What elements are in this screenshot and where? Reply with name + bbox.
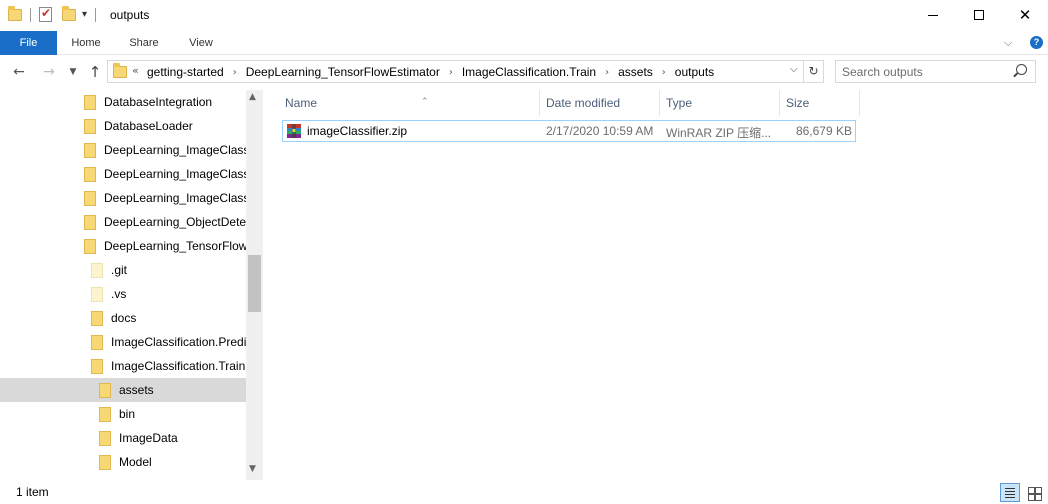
tree-item[interactable]: ImageClassification.Predic — [0, 330, 246, 354]
tree-item[interactable]: DeepLearning_ObjectDetect — [0, 210, 246, 234]
tree-item[interactable]: ImageData — [0, 426, 246, 450]
close-icon: ✕ — [1018, 6, 1032, 24]
folder-icon — [84, 238, 96, 254]
refresh-button[interactable]: ↻ — [804, 60, 824, 83]
search-icon — [1016, 64, 1027, 75]
tab-view[interactable]: View — [173, 31, 229, 55]
sort-ascending-icon: ⌃ — [421, 97, 429, 107]
tree-item[interactable]: DatabaseIntegration — [0, 90, 246, 114]
search-placeholder: Search outputs — [842, 65, 923, 79]
back-arrow-icon[interactable]: ← — [10, 63, 28, 81]
details-view-icon[interactable] — [1000, 483, 1020, 502]
tree-item[interactable]: bin — [0, 402, 246, 426]
maximize-button[interactable] — [956, 0, 1002, 30]
maximize-icon — [974, 10, 984, 20]
forward-arrow-icon[interactable]: → — [40, 63, 58, 81]
folder-icon — [91, 262, 103, 278]
folder-icon — [99, 454, 111, 470]
folder-icon — [84, 142, 96, 158]
column-header-date-modified[interactable]: Date modified — [540, 90, 660, 116]
refresh-icon: ↻ — [808, 64, 819, 78]
file-name: imageClassifier.zip — [307, 124, 408, 138]
column-header-type[interactable]: Type — [660, 90, 780, 116]
tree-item[interactable]: DeepLearning_ImageClassif — [0, 186, 246, 210]
folder-icon — [91, 334, 103, 350]
file-list: Name ⌃ Date modified Type Size imageClas… — [263, 90, 1048, 480]
column-header-name[interactable]: Name ⌃ — [279, 90, 540, 116]
tree-item-selected[interactable]: assets — [0, 378, 246, 402]
folder-icon — [91, 358, 103, 374]
recent-locations-chevron-icon[interactable]: ▼ — [64, 63, 82, 81]
expand-ribbon-chevron-icon[interactable]: ⌵ — [1004, 36, 1012, 50]
tree-item[interactable]: DatabaseLoader — [0, 114, 246, 138]
folder-icon — [99, 430, 111, 446]
tab-file[interactable]: File — [0, 31, 57, 55]
navigation-bar: ← → ▼ ↑ « getting-started › DeepLearning… — [0, 55, 1048, 90]
folder-icon — [99, 382, 111, 398]
minimize-button[interactable] — [910, 0, 956, 30]
file-row[interactable]: imageClassifier.zip 2/17/2020 10:59 AM W… — [282, 120, 856, 142]
breadcrumb-item[interactable]: ImageClassification.Train — [462, 65, 596, 79]
chevron-right-icon[interactable]: › — [662, 67, 666, 78]
toolbar-divider — [30, 7, 31, 22]
tree-item[interactable]: .git — [0, 258, 246, 282]
folder-icon — [99, 406, 111, 422]
minimize-icon — [928, 14, 938, 16]
up-arrow-icon[interactable]: ↑ — [86, 63, 104, 81]
folder-icon — [84, 214, 96, 230]
search-input[interactable]: Search outputs — [835, 60, 1036, 83]
scrollbar-thumb[interactable] — [248, 255, 261, 312]
scroll-down-icon[interactable]: ▼ — [249, 464, 256, 474]
tree-item[interactable]: docs — [0, 306, 246, 330]
folder-icon — [8, 5, 22, 21]
winrar-archive-icon — [287, 124, 301, 138]
navigation-pane: DatabaseIntegration DatabaseLoader DeepL… — [0, 90, 263, 480]
close-button[interactable]: ✕ — [1002, 0, 1048, 30]
breadcrumb-item[interactable]: getting-started — [147, 65, 224, 79]
chevron-right-icon[interactable]: › — [449, 67, 453, 78]
tree-item[interactable]: DeepLearning_TensorFlowE — [0, 234, 246, 258]
folder-icon — [84, 94, 96, 110]
title-bar: ▾ outputs ✕ — [0, 0, 1048, 31]
breadcrumb-overflow[interactable]: « — [132, 64, 139, 77]
file-date-modified: 2/17/2020 10:59 AM — [546, 124, 654, 138]
tree-item[interactable]: DeepLearning_ImageClassif — [0, 162, 246, 186]
tree-item[interactable]: ImageClassification.Train — [0, 354, 246, 378]
scroll-up-icon[interactable]: ▲ — [249, 92, 256, 102]
breadcrumb: getting-started › DeepLearning_TensorFlo… — [147, 65, 714, 79]
breadcrumb-item[interactable]: outputs — [675, 65, 714, 79]
folder-icon — [91, 286, 103, 302]
quick-access-toolbar: ▾ — [8, 5, 104, 22]
address-bar[interactable]: « getting-started › DeepLearning_TensorF… — [107, 60, 804, 83]
ribbon-tabs: File Home Share View ⌵ ? — [0, 31, 1048, 55]
file-size: 86,679 KB — [795, 124, 852, 138]
tab-home[interactable]: Home — [57, 31, 115, 55]
tree-item[interactable]: .vs — [0, 282, 246, 306]
folder-icon — [91, 310, 103, 326]
help-icon[interactable]: ? — [1030, 36, 1043, 49]
item-count: 1 item — [16, 485, 49, 499]
tree-item[interactable]: Model — [0, 450, 246, 474]
breadcrumb-item[interactable]: DeepLearning_TensorFlowEstimator — [246, 65, 440, 79]
folder-icon — [84, 166, 96, 182]
breadcrumb-item[interactable]: assets — [618, 65, 653, 79]
tab-share[interactable]: Share — [115, 31, 173, 55]
toolbar-divider — [95, 7, 97, 22]
large-icons-view-icon[interactable] — [1024, 483, 1044, 502]
folder-icon — [84, 118, 96, 134]
window-title: outputs — [110, 8, 150, 22]
properties-icon[interactable] — [39, 6, 52, 22]
column-header-size[interactable]: Size — [780, 90, 860, 116]
chevron-right-icon[interactable]: › — [233, 67, 237, 78]
customize-toolbar-dropdown-icon[interactable]: ▾ — [82, 9, 87, 20]
chevron-right-icon[interactable]: › — [605, 67, 609, 78]
address-dropdown-icon[interactable]: ⌵ — [790, 64, 798, 75]
new-folder-icon[interactable] — [62, 5, 76, 21]
vertical-scrollbar[interactable]: ▲ ▼ — [246, 90, 263, 480]
folder-icon — [113, 63, 127, 78]
status-bar: 1 item — [0, 480, 1048, 504]
folder-icon — [84, 190, 96, 206]
file-type: WinRAR ZIP 压缩... — [666, 126, 772, 140]
tree-item[interactable]: DeepLearning_ImageClassif — [0, 138, 246, 162]
